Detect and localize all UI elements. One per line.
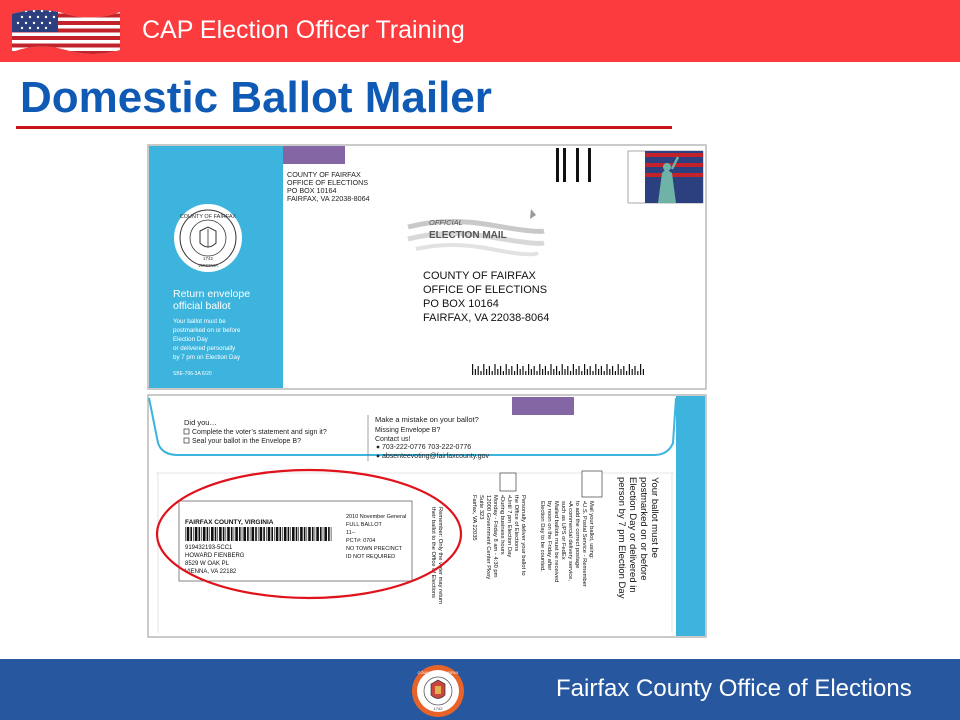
instructions-heading-4: person by 7 pm Election Day bbox=[616, 477, 627, 599]
return-envelope: COUNTY OF FAIRFAX 1742 VIRGINIA Return e… bbox=[147, 144, 707, 390]
mail-line-6: Mailed ballots must be received bbox=[553, 501, 559, 582]
seal-text: COUNTY OF FAIRFAX bbox=[180, 214, 237, 220]
flap-purple-tab bbox=[512, 397, 574, 415]
return-body-5: by 7 pm on Election Day bbox=[173, 354, 241, 361]
page-title: Domestic Ballot Mailer bbox=[20, 73, 492, 122]
deliver-line-1: Personally deliver your ballot to bbox=[520, 495, 526, 576]
deliver-line-8: Fairfax, VA 22035 bbox=[471, 495, 477, 541]
footer-org-name: Fairfax County Office of Elections bbox=[556, 675, 912, 702]
label-county: FAIRFAX COUNTY, VIRGINIA bbox=[185, 519, 274, 526]
purple-tab bbox=[283, 146, 345, 164]
label-ballot-1: 2010 November General bbox=[346, 514, 406, 520]
postage-stamp-icon bbox=[627, 150, 704, 204]
envelope-flap: Did you… Complete the voter’s statement … bbox=[147, 394, 707, 638]
label-ballot-2: FULL BALLOT bbox=[346, 522, 383, 528]
remember-line-1: Remember: Only the voter may return bbox=[437, 507, 443, 604]
footer-seal-year: 1742 bbox=[434, 706, 444, 711]
mailing-address-4: FAIRFAX, VA 22038-8064 bbox=[423, 312, 549, 324]
election-mail-label: ELECTION MAIL bbox=[429, 230, 507, 241]
mail-line-7: by noon on the Friday after bbox=[546, 501, 552, 570]
mail-line-4: •A commercial delivery service, bbox=[567, 501, 573, 581]
mistake-line-3: Contact us! bbox=[375, 436, 410, 443]
mailing-address-1: COUNTY OF FAIRFAX bbox=[423, 270, 537, 282]
mail-line-3: to add the correct postage bbox=[574, 501, 580, 568]
footer-seal-text: COUNTY OF FAIRFAX bbox=[417, 670, 458, 675]
label-voter-3: 8529 W OAK PL bbox=[185, 561, 230, 567]
deliver-line-7: Suite 323 bbox=[478, 495, 484, 520]
mistake-line-1: Make a mistake on your ballot? bbox=[375, 415, 479, 424]
deliver-line-4: •During business hours bbox=[499, 495, 505, 555]
rotated-remember: Remember: Only the voter may return thei… bbox=[430, 507, 443, 604]
label-ballot-6: ID NOT REQUIRED bbox=[346, 554, 395, 560]
instructions-heading-2: postmarked on or before bbox=[638, 477, 649, 581]
deliver-line-2: the Office of Elections bbox=[513, 495, 519, 551]
label-voter-2: HOWARD FIENBERG bbox=[185, 553, 245, 559]
flap-right-stripe bbox=[676, 396, 705, 636]
label-ballot-3: 11-- bbox=[346, 530, 356, 536]
did-you-item-1: Complete the voter’s statement and sign … bbox=[192, 429, 327, 436]
label-voter-1: 919432193-5CC1 bbox=[185, 545, 233, 551]
return-heading-2: official ballot bbox=[173, 300, 231, 312]
return-body-1: Your ballot must be bbox=[173, 318, 226, 325]
label-ballot-5: NO TOWN PRECINCT bbox=[346, 546, 403, 552]
us-flag-icon bbox=[12, 10, 120, 54]
county-seal-icon: COUNTY OF FAIRFAX 1742 bbox=[412, 665, 464, 717]
building-icon bbox=[499, 472, 517, 492]
mail-line-2: •U.S. Postal Service - Remember bbox=[581, 501, 587, 587]
return-heading-1: Return envelope bbox=[173, 288, 250, 300]
phone-numbers: 703-222-0776 703-222-0776 bbox=[382, 444, 471, 451]
mistake-line-2: Missing Envelope B? bbox=[375, 427, 440, 434]
seal-state: VIRGINIA bbox=[198, 263, 218, 268]
title-underline bbox=[16, 126, 672, 129]
remember-line-2: their ballot to the Office of Elections bbox=[430, 507, 436, 598]
mailing-address-2: OFFICE OF ELECTIONS bbox=[423, 284, 547, 296]
mail-line-5: such as UPS or FedEx bbox=[560, 501, 566, 560]
deliver-line-3: •Until 7 pm Election Day bbox=[506, 495, 512, 557]
return-body-3: Election Day bbox=[173, 336, 209, 343]
did-you-title: Did you… bbox=[184, 418, 217, 427]
mailing-address-3: PO BOX 10164 bbox=[423, 298, 499, 310]
official-label: OFFICIAL bbox=[429, 218, 463, 227]
email-address: absenteevoting@fairfaxcounty.gov bbox=[382, 453, 489, 460]
ballot-mailer-figure: COUNTY OF FAIRFAX 1742 VIRGINIA Return e… bbox=[147, 144, 707, 638]
deliver-line-6: 12000 Government Center Pkwy bbox=[485, 495, 491, 579]
form-code: SBE-706-3A 6/20 bbox=[173, 371, 212, 377]
deliver-line-5: Monday - Friday 8 am - 4:30 pm bbox=[492, 495, 498, 578]
instructions-heading-3: Election Day or delivered in bbox=[627, 477, 638, 593]
return-body-2: postmarked on or before bbox=[173, 327, 241, 334]
return-address-4: FAIRFAX, VA 22038-8064 bbox=[287, 194, 370, 203]
did-you-item-2: Seal your ballot in the Envelope B? bbox=[192, 438, 301, 445]
mail-line-1: Mail your ballot, using: bbox=[588, 501, 594, 559]
label-barcode-icon bbox=[185, 527, 332, 541]
label-ballot-4: PCT#: 0704 bbox=[346, 538, 375, 544]
mail-line-8: Election Day to be counted. bbox=[539, 501, 545, 572]
training-title: CAP Election Officer Training bbox=[142, 16, 465, 44]
return-body-4: or delivered personally bbox=[173, 345, 236, 352]
seal-year: 1742 bbox=[203, 256, 214, 261]
instructions-heading-1: Your ballot must be bbox=[649, 477, 660, 558]
mailbox-icon bbox=[581, 470, 603, 498]
